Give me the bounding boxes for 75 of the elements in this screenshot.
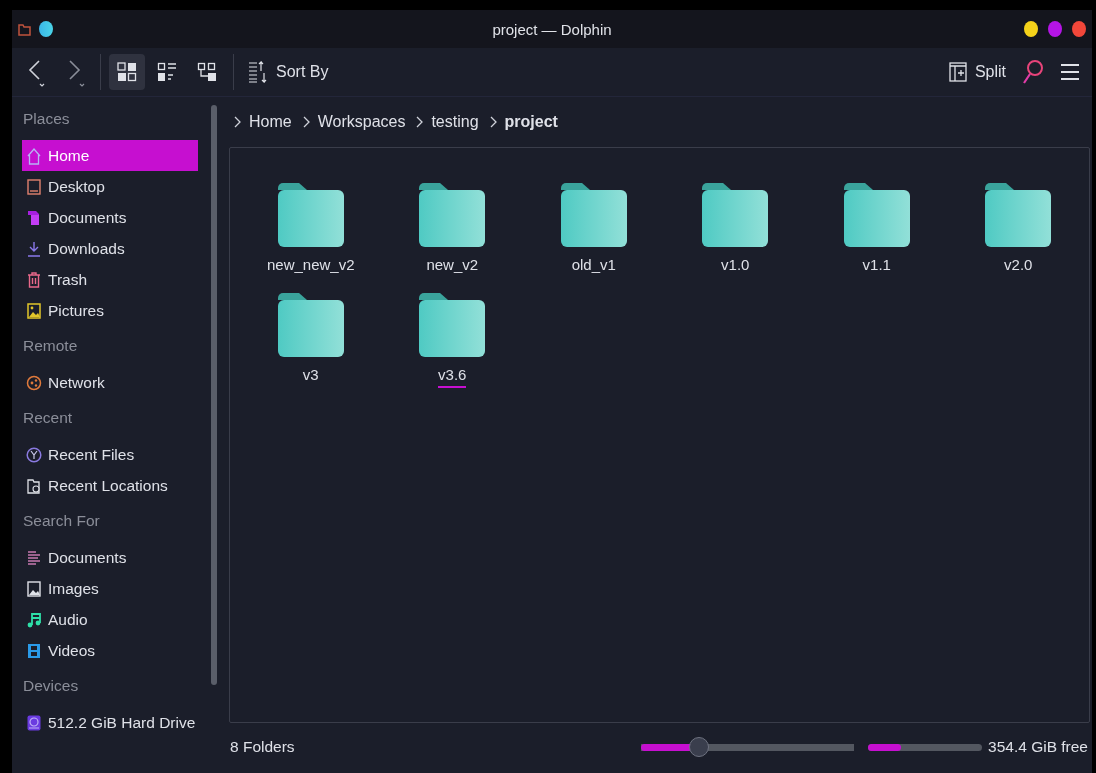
sidebar-item[interactable]: Videos xyxy=(22,635,199,666)
section-heading: Search For xyxy=(22,511,101,531)
chevron-icon xyxy=(233,116,241,128)
sort-icon xyxy=(248,61,268,83)
folder-name[interactable]: v3 xyxy=(302,366,319,388)
chevron-icon xyxy=(415,116,424,128)
scrollbar[interactable] xyxy=(211,105,218,685)
search-icon xyxy=(1022,59,1044,85)
sidebar-item[interactable]: Desktop xyxy=(22,171,199,202)
sidebar-item[interactable]: Pictures xyxy=(22,295,199,326)
folder-name[interactable]: new_v2 xyxy=(426,256,479,278)
sidebar-item[interactable]: Recent Files xyxy=(22,439,199,470)
sidebar-item[interactable]: Home xyxy=(22,140,199,171)
folder-icon[interactable] xyxy=(984,182,1053,248)
folder-icon[interactable] xyxy=(418,182,487,248)
folder-name[interactable]: v3.6 xyxy=(438,366,467,388)
section-heading: Remote xyxy=(22,336,79,356)
free-space: 354.4 GiB free xyxy=(988,738,1088,756)
window-title: project — Dolphin xyxy=(492,20,612,38)
chevron-icon xyxy=(301,116,310,128)
breadcrumb-item[interactable]: Home xyxy=(249,113,292,131)
folder-name[interactable]: v2.0 xyxy=(1004,256,1033,278)
sidebar-item[interactable]: 512.2 GiB Hard Drive xyxy=(22,707,199,738)
maximize-button[interactable] xyxy=(1048,21,1062,37)
sidebar-item[interactable]: Documents xyxy=(22,542,199,573)
section-heading: Recent xyxy=(22,408,74,428)
tree-icon xyxy=(197,62,217,82)
breadcrumb-item[interactable]: testing xyxy=(431,113,479,131)
list-icon xyxy=(157,62,177,82)
folder-icon[interactable] xyxy=(418,292,487,358)
sidebar-item[interactable]: Images xyxy=(22,573,199,604)
chevron-icon xyxy=(488,116,497,128)
folder-icon[interactable] xyxy=(276,182,345,248)
home-icon xyxy=(26,146,42,165)
section-heading: Devices xyxy=(22,676,80,696)
breadcrumb-item[interactable]: project xyxy=(504,113,558,131)
folder-count: 8 Folders xyxy=(229,738,295,756)
folder-name[interactable]: new_new_v2 xyxy=(266,256,355,278)
split-icon xyxy=(948,62,967,82)
sidebar-item[interactable]: Recent Locations xyxy=(22,470,199,501)
pictures-icon xyxy=(26,301,42,320)
sidebar-item[interactable]: Downloads xyxy=(22,233,199,264)
breadcrumb-item[interactable]: Workspaces xyxy=(317,113,406,131)
slider-handle[interactable] xyxy=(688,737,709,757)
folder-icon xyxy=(18,22,31,36)
minimize-button[interactable] xyxy=(1024,21,1038,37)
menu-icon xyxy=(1060,63,1080,81)
section-heading: Places xyxy=(22,109,71,129)
folder-icon[interactable] xyxy=(842,182,911,248)
video-icon xyxy=(26,641,42,660)
folder-icon[interactable] xyxy=(276,292,345,358)
folder-name[interactable]: v1.0 xyxy=(721,256,750,278)
trash-icon xyxy=(26,270,42,289)
sidebar-item[interactable]: Network xyxy=(22,367,199,398)
audio-icon xyxy=(26,610,42,629)
desktop-icon xyxy=(26,177,42,196)
sort-by-button[interactable]: Sort By xyxy=(242,54,335,90)
folder-name[interactable]: v1.1 xyxy=(862,256,891,278)
folder-icon[interactable] xyxy=(559,182,628,248)
drive-icon xyxy=(26,713,42,732)
folder-name[interactable]: old_v1 xyxy=(571,256,616,278)
grid-icon xyxy=(117,62,137,82)
docs-icon xyxy=(26,208,42,227)
split-button[interactable]: Split xyxy=(942,54,1012,90)
download-icon xyxy=(26,239,42,258)
image-icon xyxy=(26,579,42,598)
lines-icon xyxy=(26,548,42,567)
sidebar-item[interactable]: Trash xyxy=(22,264,199,295)
folder-icon[interactable] xyxy=(701,182,770,248)
close-button[interactable] xyxy=(1072,21,1086,37)
sidebar-item[interactable]: Audio xyxy=(22,604,199,635)
sidebar-item[interactable]: Documents xyxy=(22,202,199,233)
network-icon xyxy=(26,373,42,392)
icons-view-button[interactable] xyxy=(109,54,145,90)
circle-icon[interactable] xyxy=(39,21,53,37)
